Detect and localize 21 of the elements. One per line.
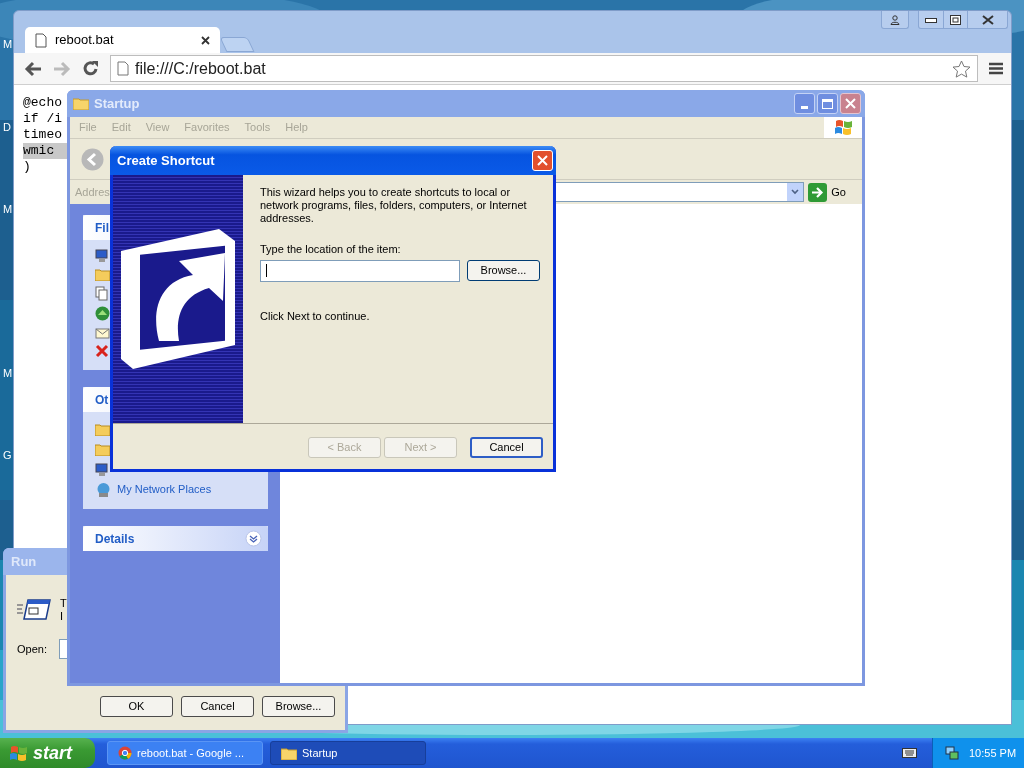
panel-title: Ot — [95, 391, 110, 409]
tab-title: reboot.bat — [55, 31, 115, 50]
address-label: Addres — [75, 184, 110, 200]
location-label: Type the location of the item: — [260, 242, 402, 257]
window-title: Startup — [94, 94, 141, 113]
window-title: Create Shortcut — [117, 151, 216, 170]
task-label: reboot.bat - Google ... — [137, 745, 244, 761]
wizard-hint: Click Next to continue. — [260, 308, 371, 324]
panel-title: Fil — [95, 219, 110, 237]
code-line: @echo — [23, 95, 62, 111]
window-title: Run — [11, 552, 37, 571]
run-description: I — [60, 610, 65, 623]
url-text: file:///C:/reboot.bat — [135, 58, 267, 79]
task-label: Startup — [302, 745, 338, 761]
code-line: ) — [23, 159, 31, 175]
run-description: T — [60, 597, 67, 610]
open-label: Open: — [17, 641, 47, 657]
code-line: timeo — [23, 127, 62, 143]
panel-title: Details — [95, 530, 136, 548]
wizard-intro: This wizard helps you to create shortcuts to local or network programs, files, folders, computers, or Internet addresses. — [260, 186, 528, 225]
code-line: if /i — [23, 111, 62, 127]
